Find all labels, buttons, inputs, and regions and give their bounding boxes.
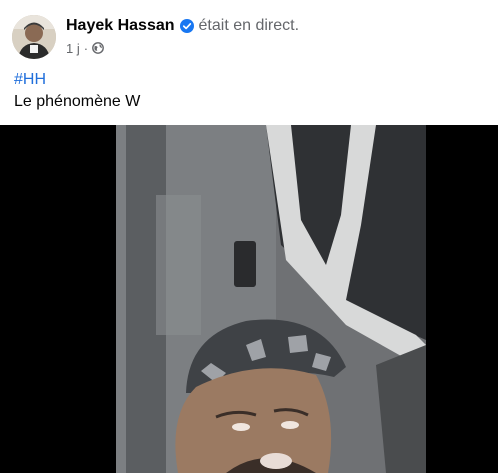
hashtag-link[interactable]: #HH (14, 69, 140, 91)
live-video-player[interactable] (0, 125, 498, 473)
meta-separator: · (83, 40, 89, 56)
post-caption: Le phénomène W (14, 93, 141, 110)
verified-badge-icon (179, 19, 194, 33)
post-text: #HH Le phénomène W (14, 69, 140, 113)
author-name[interactable]: Hayek Hassan (66, 17, 175, 35)
avatar[interactable] (12, 15, 56, 59)
video-frame (116, 125, 426, 473)
post-status-text: était en direct. (198, 17, 300, 34)
globe-icon (92, 42, 104, 54)
post-meta: 1 j · (66, 39, 104, 57)
post-timestamp[interactable]: 1 j (66, 41, 80, 56)
post-header: Hayek Hassan était en direct. 1 j · (0, 0, 498, 70)
author-line: Hayek Hassan était en direct. (66, 15, 299, 37)
